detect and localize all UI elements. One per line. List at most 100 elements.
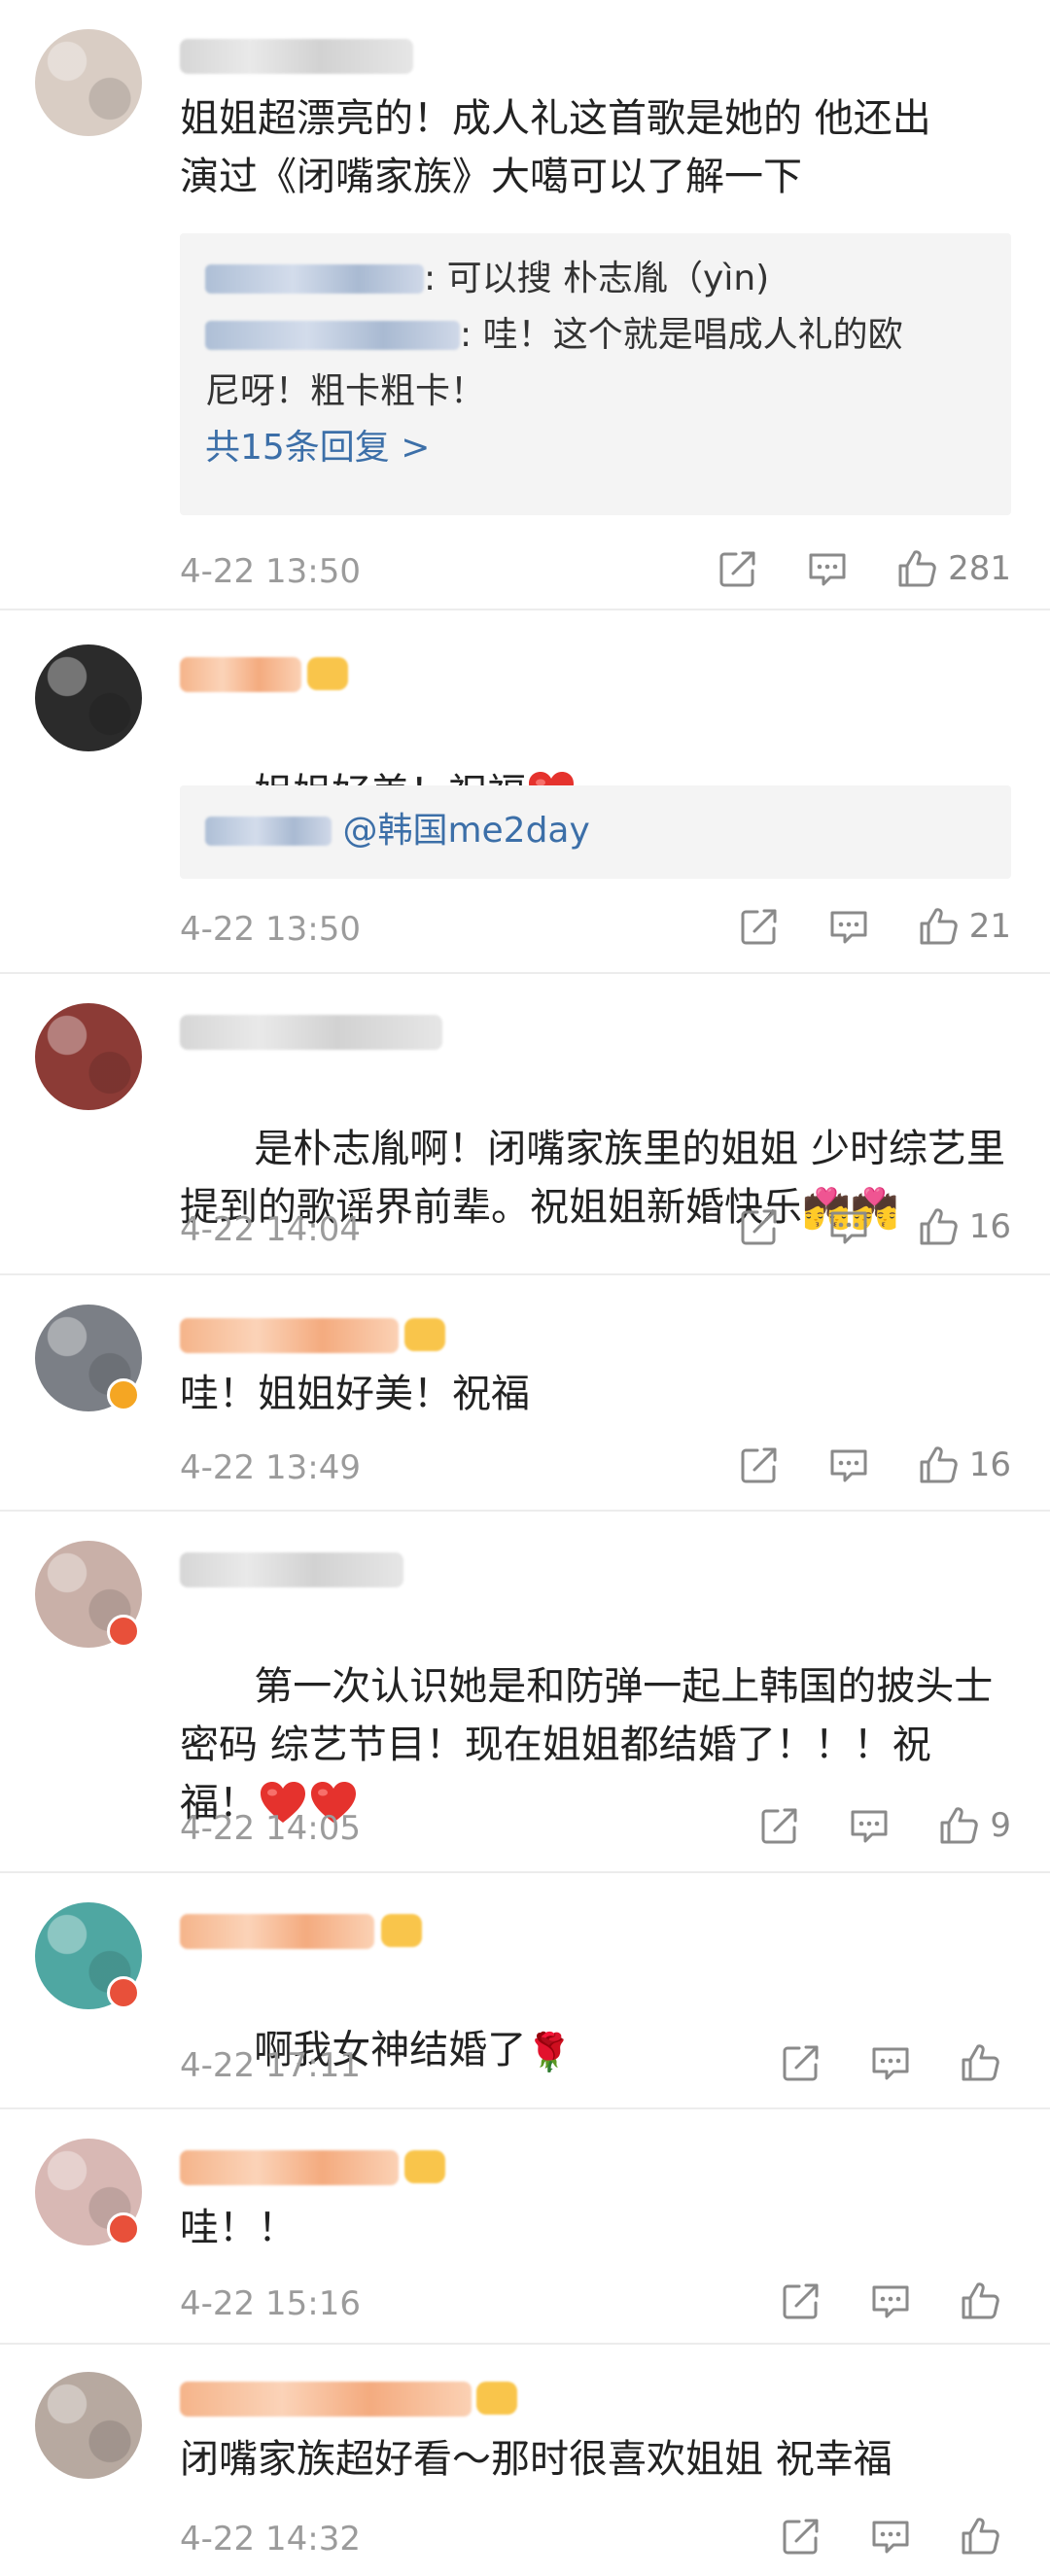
comment-meta: 4-22 14:04 16 — [180, 1202, 1011, 1251]
comment-button[interactable] — [869, 2041, 912, 2084]
share-button[interactable] — [738, 1444, 781, 1486]
more-replies-link[interactable]: 共15条回复 > — [205, 420, 986, 476]
comment-icon — [869, 2280, 912, 2322]
action-bar: 9 — [712, 1801, 1011, 1850]
reply-username-blurred[interactable] — [205, 817, 332, 846]
verified-badge-icon — [107, 1615, 140, 1648]
comment-meta: 4-22 17:11 — [180, 2038, 1011, 2087]
like-icon — [959, 2515, 1001, 2558]
comment-meta: 4-22 14:32 — [180, 2512, 1011, 2560]
username-blurred[interactable] — [180, 2382, 472, 2417]
like-button[interactable]: 16 — [917, 1205, 1011, 1248]
reply-item: : 可以搜 朴志胤（yìn) — [205, 251, 986, 307]
share-button[interactable] — [758, 1804, 801, 1847]
like-button[interactable] — [959, 2515, 1011, 2558]
share-icon — [717, 547, 759, 590]
like-button[interactable]: 16 — [917, 1444, 1011, 1486]
like-icon — [895, 547, 938, 590]
share-button[interactable] — [780, 2280, 822, 2322]
reply-box[interactable]: : 可以搜 朴志胤（yìn) : 哇！这个就是唱成人礼的欧 尼呀！粗卡粗卡！ 共… — [180, 233, 1011, 515]
like-icon — [917, 1444, 960, 1486]
action-bar: 16 — [691, 1441, 1011, 1489]
like-button[interactable]: 21 — [917, 905, 1011, 948]
comment-button[interactable] — [869, 2515, 912, 2558]
action-bar — [733, 2038, 1011, 2087]
verified-badge-icon — [107, 2212, 140, 2245]
share-icon — [738, 1444, 781, 1486]
share-icon — [780, 2041, 822, 2084]
share-button[interactable] — [780, 2041, 822, 2084]
comment-button[interactable] — [806, 547, 849, 590]
action-bar — [733, 2512, 1011, 2560]
timestamp: 4-22 15:16 — [180, 2284, 361, 2323]
verified-badge-icon — [107, 1976, 140, 2009]
reply-box[interactable]: @韩国me2day — [180, 785, 1011, 879]
share-button[interactable] — [738, 905, 781, 948]
comment-button[interactable] — [827, 905, 870, 948]
comment-item: 啊我女神结婚了🌹 4-22 17:11 — [0, 1871, 1050, 2105]
comment-item: 闭嘴家族超好看～那时很喜欢姐姐 祝幸福 4-22 14:32 — [0, 2343, 1050, 2576]
avatar[interactable] — [35, 29, 142, 136]
comment-text: 是朴志胤啊！闭嘴家族里的姐姐 少时综艺里 提到的歌谣界前辈。祝姐姐新婚快乐💏💏 — [180, 1062, 1011, 1297]
like-button[interactable] — [959, 2280, 1011, 2322]
comment-button[interactable] — [869, 2280, 912, 2322]
verified-badge-icon — [107, 1378, 140, 1411]
action-bar — [733, 2277, 1011, 2325]
comment-item: 姐姐好美！祝福 @韩国me2day 4-22 13:50 21 — [0, 609, 1050, 968]
comment-feed: 姐姐超漂亮的！成人礼这首歌是她的 他还出 演过《闭嘴家族》大噶可以了解一下 : … — [0, 0, 1050, 2576]
username-blurred[interactable] — [180, 39, 413, 74]
comment-button[interactable] — [827, 1444, 870, 1486]
like-icon — [959, 2280, 1001, 2322]
timestamp: 4-22 17:11 — [180, 2046, 361, 2085]
comment-icon — [827, 905, 870, 948]
comment-button[interactable] — [827, 1205, 870, 1248]
vip-badge-icon — [404, 1318, 445, 1351]
action-bar: 21 — [691, 902, 1011, 951]
timestamp: 4-22 14:32 — [180, 2520, 361, 2559]
avatar[interactable] — [35, 644, 142, 751]
reply-username-blurred[interactable] — [205, 321, 460, 350]
comment-text: 哇！！ — [180, 2206, 297, 2250]
username-blurred[interactable] — [180, 1015, 442, 1050]
like-icon — [917, 905, 960, 948]
username-blurred[interactable] — [180, 1318, 399, 1353]
like-button[interactable] — [959, 2041, 1011, 2084]
mention-link[interactable]: @韩国me2day — [332, 811, 589, 851]
vip-badge-icon — [404, 2150, 445, 2183]
username-blurred[interactable] — [180, 1914, 374, 1949]
action-bar: 16 — [691, 1202, 1011, 1251]
share-icon — [780, 2515, 822, 2558]
comment-text: 哇！姐姐好美！祝福 — [180, 1372, 530, 1416]
like-icon — [937, 1804, 980, 1847]
reply-item: @韩国me2day — [205, 803, 986, 859]
avatar[interactable] — [35, 1003, 142, 1110]
username-blurred[interactable] — [180, 1552, 403, 1587]
comment-text: 闭嘴家族超好看～那时很喜欢姐姐 祝幸福 — [180, 2437, 892, 2482]
share-icon — [780, 2280, 822, 2322]
avatar[interactable] — [35, 2372, 142, 2479]
comment-text: 姐姐超漂亮的！成人礼这首歌是她的 他还出 演过《闭嘴家族》大噶可以了解一下 — [180, 96, 931, 199]
username-blurred[interactable] — [180, 657, 301, 692]
comment-icon — [869, 2515, 912, 2558]
comment-button[interactable] — [848, 1804, 891, 1847]
username-blurred[interactable] — [180, 2150, 399, 2185]
comment-meta: 4-22 13:49 16 — [180, 1441, 1011, 1489]
vip-badge-icon — [381, 1914, 422, 1947]
timestamp: 4-22 13:49 — [180, 1448, 361, 1487]
share-button[interactable] — [780, 2515, 822, 2558]
reply-username-blurred[interactable] — [205, 264, 424, 294]
share-button[interactable] — [717, 547, 759, 590]
like-icon — [959, 2041, 1001, 2084]
like-count: 281 — [948, 549, 1011, 588]
share-button[interactable] — [738, 1205, 781, 1248]
comment-meta: 4-22 13:50 281 — [180, 544, 1011, 593]
vip-badge-icon — [476, 2382, 517, 2415]
like-count: 21 — [968, 907, 1011, 946]
comment-icon — [848, 1804, 891, 1847]
comment-meta: 4-22 14:05 9 — [180, 1801, 1011, 1850]
vip-badge-icon — [307, 657, 348, 690]
like-button[interactable]: 9 — [937, 1804, 1011, 1847]
share-icon — [738, 905, 781, 948]
like-button[interactable]: 281 — [895, 547, 1011, 590]
reply-text: : 可以搜 朴志胤（yìn) — [424, 259, 770, 298]
